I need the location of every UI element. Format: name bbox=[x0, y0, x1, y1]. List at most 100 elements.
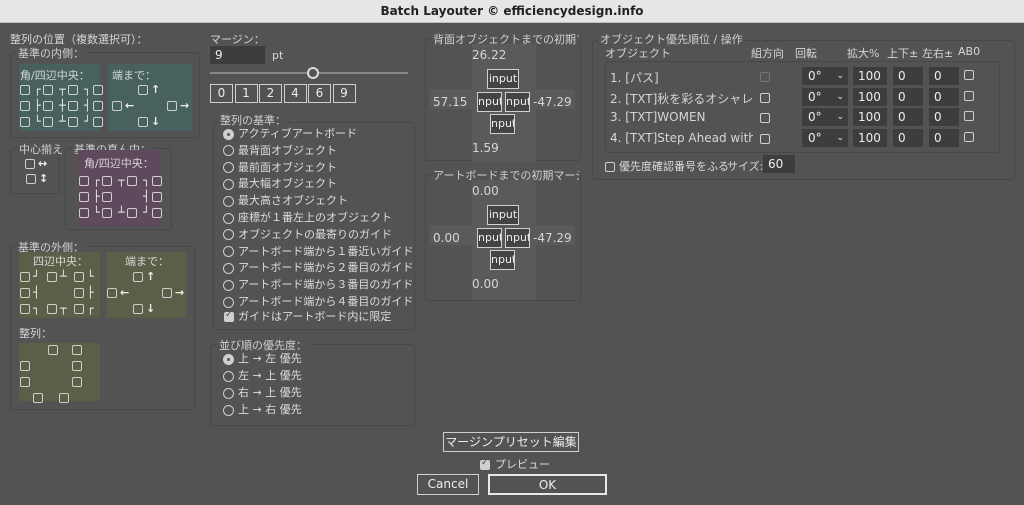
align-option[interactable] bbox=[79, 190, 89, 203]
outer-align-option[interactable] bbox=[20, 375, 30, 388]
radio-button[interactable] bbox=[223, 404, 234, 416]
checkbox[interactable] bbox=[42, 117, 53, 127]
outer-side-option[interactable]: ┐ bbox=[20, 302, 40, 315]
radio-button[interactable] bbox=[223, 353, 234, 365]
checkbox[interactable] bbox=[126, 176, 137, 186]
checkbox[interactable] bbox=[162, 288, 172, 298]
edge-up-option[interactable]: ↑ bbox=[133, 270, 155, 283]
align-option[interactable] bbox=[79, 206, 89, 219]
align-option[interactable]: ┴ bbox=[118, 206, 137, 219]
checkbox[interactable] bbox=[107, 288, 117, 298]
radio-button[interactable] bbox=[223, 178, 234, 190]
number-checkbox[interactable]: 優先度確認番号をふる bbox=[605, 158, 729, 174]
checkbox[interactable] bbox=[101, 208, 112, 218]
radio-button[interactable] bbox=[223, 212, 234, 224]
artboard_margin-right-input[interactable]: nput bbox=[505, 228, 530, 248]
checkbox[interactable] bbox=[151, 176, 162, 186]
radio-button[interactable] bbox=[223, 246, 234, 258]
edge-left-option[interactable]: ← bbox=[112, 99, 134, 112]
outer-align-option[interactable] bbox=[72, 343, 82, 356]
outer-side-option[interactable]: ┴ bbox=[47, 270, 67, 283]
checkbox[interactable] bbox=[138, 85, 148, 95]
checkbox[interactable] bbox=[42, 101, 53, 111]
margin-preset-edit-button[interactable]: マージンプリセット編集 bbox=[443, 432, 579, 452]
ok-button[interactable]: OK bbox=[488, 474, 607, 495]
size-input[interactable]: 60 bbox=[763, 155, 795, 173]
leftright-input[interactable]: 0 bbox=[929, 129, 959, 147]
edge-down-option[interactable]: ↓ bbox=[138, 115, 160, 128]
checkbox[interactable] bbox=[74, 304, 84, 314]
checkbox[interactable] bbox=[20, 304, 30, 314]
checkbox[interactable] bbox=[101, 176, 112, 186]
outer-align-option[interactable] bbox=[20, 359, 30, 372]
outer-side-option[interactable]: ┌ bbox=[74, 302, 94, 315]
checkbox[interactable] bbox=[20, 361, 30, 371]
leftright-input[interactable]: 0 bbox=[929, 88, 959, 106]
artboard_margin-left-input[interactable]: nput bbox=[477, 228, 502, 248]
ab0-checkbox[interactable] bbox=[964, 89, 974, 102]
align-option[interactable]: ┬ bbox=[118, 174, 137, 187]
radio-option[interactable]: アートボード端から１番近いガイド bbox=[223, 243, 413, 259]
radio-button[interactable] bbox=[223, 195, 234, 207]
align-option[interactable] bbox=[20, 83, 30, 96]
radio-button[interactable] bbox=[223, 296, 234, 308]
radio-option[interactable]: アートボード端から３番目のガイド bbox=[223, 276, 413, 292]
checkbox[interactable] bbox=[92, 117, 103, 127]
outer-align-option[interactable] bbox=[72, 375, 82, 388]
checkbox[interactable] bbox=[67, 85, 78, 95]
checkbox[interactable] bbox=[20, 85, 30, 95]
radio-option[interactable]: 上 → 右 優先 bbox=[223, 401, 302, 417]
edge-down-option[interactable]: ↓ bbox=[133, 302, 155, 315]
updown-input[interactable]: 0 bbox=[893, 67, 923, 85]
margin-slider-knob[interactable] bbox=[306, 67, 319, 79]
checkbox[interactable] bbox=[20, 101, 30, 111]
align-option[interactable]: ┌ bbox=[34, 83, 53, 96]
align-option[interactable] bbox=[20, 115, 30, 128]
checkbox[interactable] bbox=[74, 288, 84, 298]
edge-left-option[interactable]: ← bbox=[107, 286, 129, 299]
margin-preset-button[interactable]: 9 bbox=[332, 84, 356, 103]
direction-checkbox[interactable] bbox=[760, 70, 770, 83]
margin-preset-button[interactable]: 2 bbox=[259, 84, 282, 103]
direction-checkbox[interactable] bbox=[760, 132, 770, 145]
checkbox[interactable] bbox=[79, 192, 89, 202]
align-option[interactable]: └ bbox=[34, 115, 53, 128]
rotation-select[interactable]: 0° ⌄ bbox=[802, 67, 848, 85]
checkbox[interactable] bbox=[47, 304, 57, 314]
checkbox[interactable] bbox=[20, 288, 30, 298]
rotation-select[interactable]: 0° ⌄ bbox=[802, 129, 848, 147]
radio-option[interactable]: アートボード端から２番目のガイド bbox=[223, 259, 413, 275]
scale-input[interactable]: 100 bbox=[853, 67, 887, 85]
checkbox[interactable] bbox=[20, 272, 30, 282]
guide-limit-checkbox[interactable]: ガイドはアートボード内に限定 bbox=[224, 308, 391, 324]
checkbox[interactable] bbox=[92, 101, 103, 111]
align-option[interactable]: ┤ bbox=[143, 190, 162, 203]
updown-input[interactable]: 0 bbox=[893, 88, 923, 106]
rotation-select[interactable]: 0° ⌄ bbox=[802, 108, 848, 126]
preview-checkbox[interactable]: プレビュー bbox=[480, 456, 550, 472]
align-option[interactable]: ┘ bbox=[143, 206, 162, 219]
direction-checkbox[interactable] bbox=[760, 111, 770, 124]
outer-align-option[interactable] bbox=[59, 391, 69, 404]
checkbox[interactable] bbox=[20, 377, 30, 387]
outer-side-option[interactable]: ┘ bbox=[20, 270, 40, 283]
radio-option[interactable]: 最背面オブジェクト bbox=[223, 142, 337, 158]
radio-option[interactable]: 最大高さオブジェクト bbox=[223, 192, 348, 208]
margin-preset-button[interactable]: 6 bbox=[308, 84, 331, 103]
updown-input[interactable]: 0 bbox=[893, 108, 923, 126]
checkbox[interactable] bbox=[112, 101, 122, 111]
radio-option[interactable]: オブジェクトの最寄りのガイド bbox=[223, 226, 392, 242]
checkbox[interactable] bbox=[47, 272, 57, 282]
radio-option[interactable]: 最大幅オブジェクト bbox=[223, 175, 337, 191]
rotation-select[interactable]: 0° ⌄ bbox=[802, 88, 848, 106]
checkbox[interactable] bbox=[138, 117, 148, 127]
radio-button[interactable] bbox=[223, 128, 234, 140]
margin-preset-button[interactable]: 4 bbox=[283, 84, 307, 103]
checkbox[interactable] bbox=[151, 192, 162, 202]
checkbox[interactable] bbox=[74, 272, 84, 282]
scale-input[interactable]: 100 bbox=[853, 88, 887, 106]
updown-input[interactable]: 0 bbox=[893, 129, 923, 147]
outer-align-option[interactable] bbox=[72, 359, 82, 372]
checkbox[interactable] bbox=[72, 377, 82, 387]
edge-right-option[interactable]: → bbox=[162, 286, 184, 299]
